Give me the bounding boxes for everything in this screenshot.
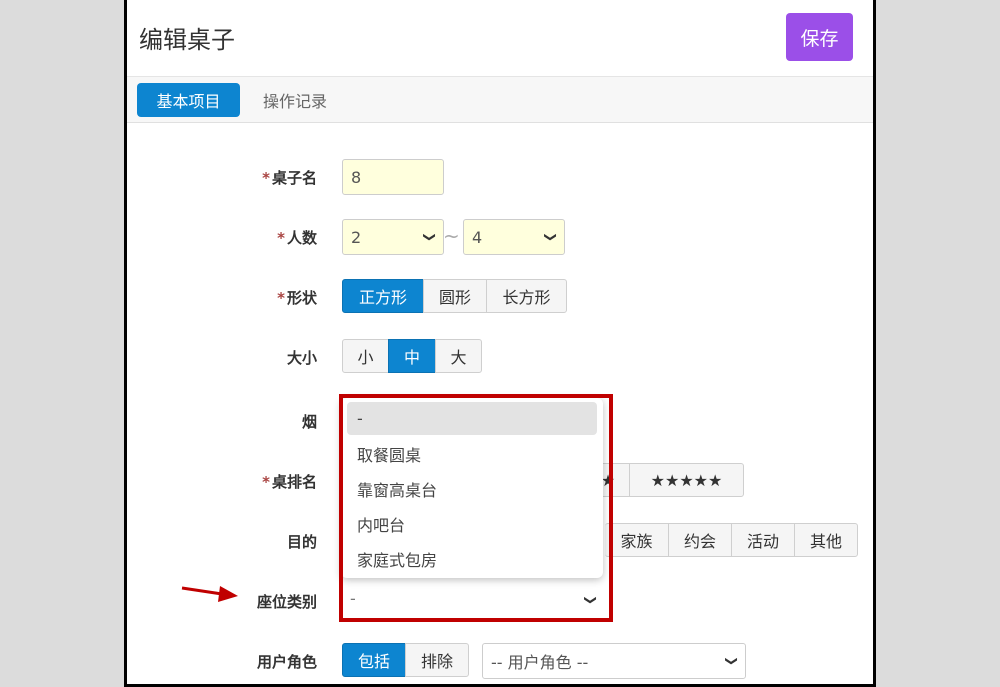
people-min-select[interactable]: 2 ❯ — [342, 219, 444, 255]
exclude-button[interactable]: 排除 — [405, 643, 469, 677]
required-mark: * — [277, 229, 285, 247]
shape-label: * 形状 — [277, 289, 317, 307]
shape-round-button[interactable]: 圆形 — [423, 279, 487, 313]
include-button[interactable]: 包括 — [342, 643, 406, 677]
red-arrow-icon — [181, 586, 238, 602]
tab-operation-log[interactable]: 操作记录 — [249, 83, 341, 117]
required-mark: * — [262, 169, 270, 187]
user-role-value: -- 用户角色 -- — [491, 653, 589, 672]
user-role-button-group: 包括 排除 — [342, 643, 469, 677]
people-min-value: 2 — [351, 227, 362, 247]
purpose-event-button[interactable]: 活动 — [731, 523, 795, 557]
purpose-family-button[interactable]: 家族 — [605, 523, 669, 557]
size-button-group: 小 中 大 — [342, 339, 482, 373]
shape-square-button[interactable]: 正方形 — [342, 279, 424, 313]
rank-5star-button[interactable]: ★★★★★ — [629, 463, 744, 497]
size-medium-button[interactable]: 中 — [388, 339, 436, 373]
page-title: 编辑桌子 — [139, 26, 235, 54]
size-large-button[interactable]: 大 — [435, 339, 482, 373]
purpose-other-button[interactable]: 其他 — [794, 523, 858, 557]
people-label: * 人数 — [277, 229, 317, 247]
chevron-down-icon: ❯ — [422, 231, 437, 243]
user-role-select[interactable]: -- 用户角色 -- ❯ — [482, 643, 746, 679]
table-name-label: * 桌子名 — [262, 169, 317, 187]
rank-label: * 桌排名 — [262, 473, 317, 491]
tab-bar: 基本项目 操作记录 — [127, 77, 873, 123]
highlight-box — [339, 394, 613, 622]
required-mark: * — [262, 473, 270, 491]
chevron-down-icon: ❯ — [724, 655, 739, 667]
smoke-label: 烟 — [301, 413, 317, 431]
shape-rectangle-button[interactable]: 长方形 — [486, 279, 567, 313]
people-max-select[interactable]: 4 ❯ — [463, 219, 565, 255]
chevron-down-icon: ❯ — [543, 231, 558, 243]
purpose-label: 目的 — [286, 533, 317, 551]
size-small-button[interactable]: 小 — [342, 339, 389, 373]
shape-button-group: 正方形 圆形 长方形 — [342, 279, 567, 313]
size-label: 大小 — [286, 349, 317, 367]
table-name-input[interactable]: 8 — [342, 159, 444, 195]
range-separator: ~ — [443, 224, 460, 248]
required-mark: * — [277, 289, 285, 307]
tab-basic-items[interactable]: 基本项目 — [137, 83, 240, 117]
people-max-value: 4 — [472, 227, 483, 247]
save-button[interactable]: 保存 — [786, 13, 853, 61]
purpose-date-button[interactable]: 约会 — [668, 523, 732, 557]
header: 编辑桌子 保存 — [127, 0, 873, 77]
user-role-label: 用户角色 — [256, 653, 317, 671]
purpose-button-group: 家族 约会 活动 其他 — [605, 523, 858, 557]
